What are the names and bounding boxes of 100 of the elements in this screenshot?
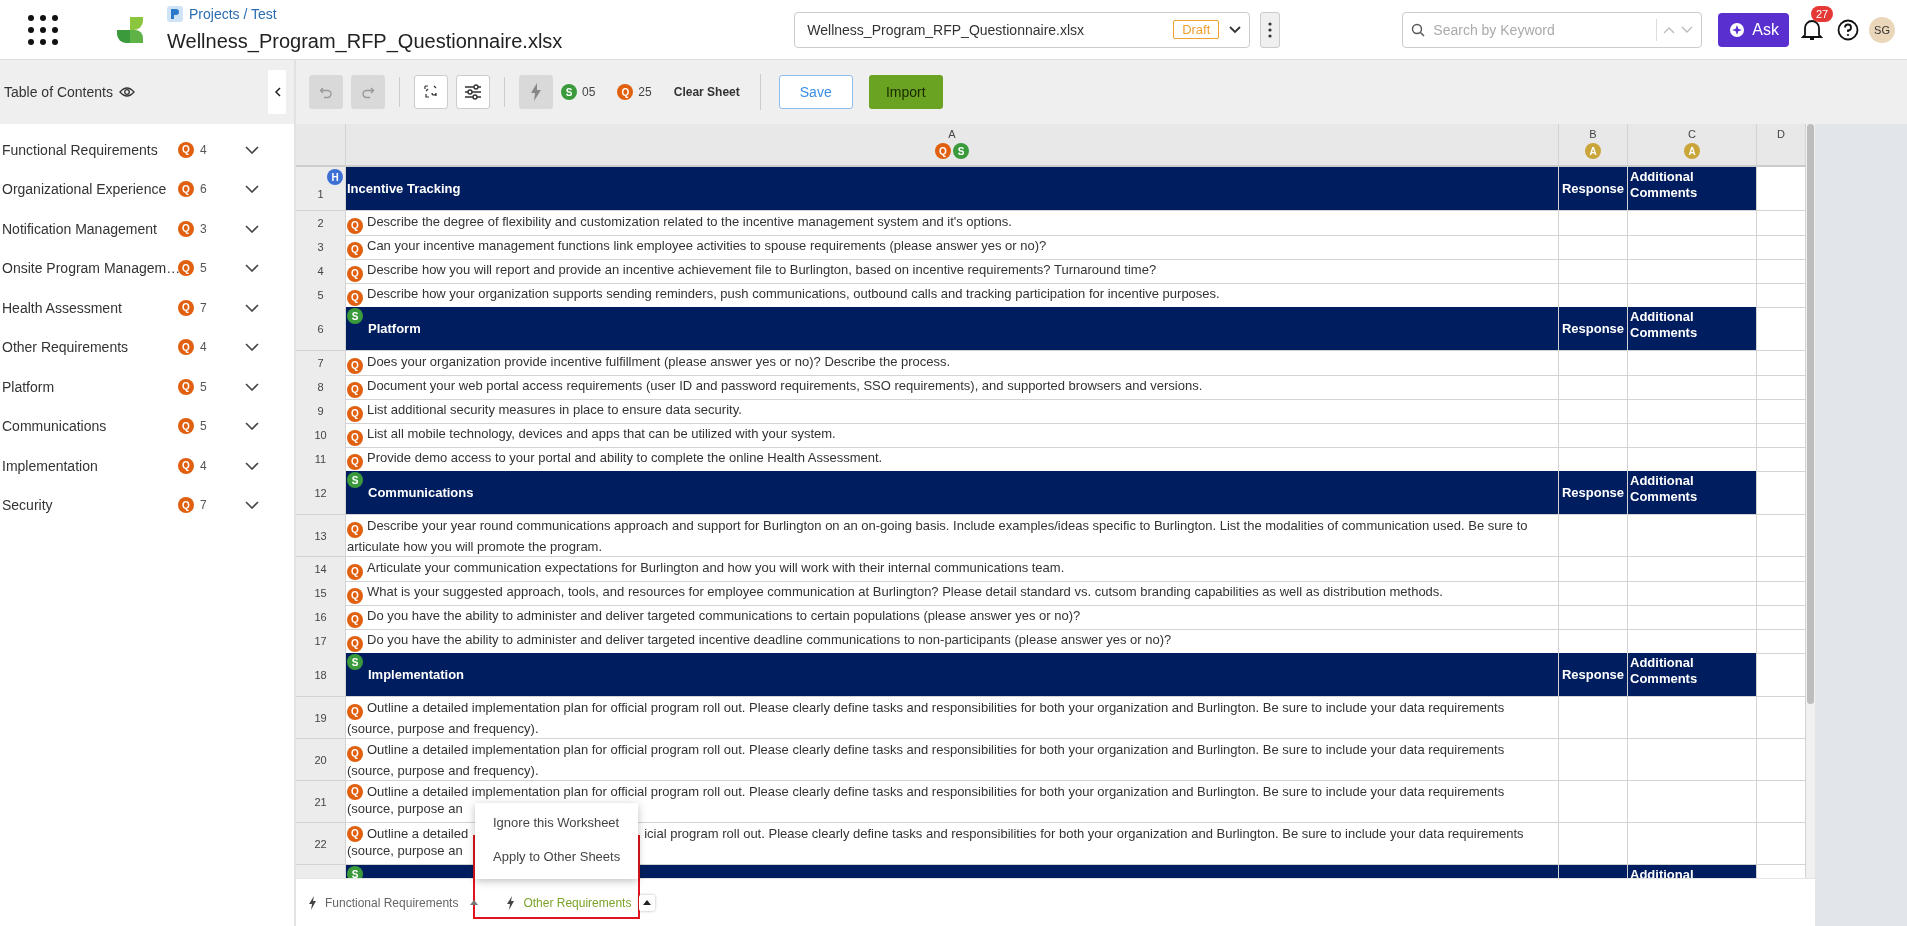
- toc-item[interactable]: Notification Management: [2, 220, 178, 237]
- toc-item[interactable]: Platform: [2, 378, 178, 395]
- redo-icon: [361, 85, 375, 99]
- tag-badge: Q: [178, 260, 194, 277]
- toc-item[interactable]: Health Assessment: [2, 299, 178, 316]
- question-cell: Q Do you have the ability to administer and deliver targeted communications to certain populations (please answer yes or no)?: [346, 605, 1559, 630]
- menu-item[interactable]: Ignore this Worksheet: [475, 805, 638, 839]
- row-number: 11: [314, 452, 327, 465]
- tag-badge: Q: [347, 563, 363, 580]
- question-text: Outline a detailed implementation plan for official program roll out. Please clearly define tasks and responsibilities for both your organization and Burlington. Be sure to include your data requirements: [367, 783, 1505, 800]
- table-cell: [1559, 375, 1628, 400]
- tag-badge: Q: [617, 84, 634, 100]
- column-header[interactable]: A: [948, 128, 956, 140]
- question-text: icial program roll out. Please clearly define tasks and responsibilities for both your organization and Burlington. Be sure to include your data requirements: [644, 825, 1524, 842]
- table-cell: [1559, 399, 1628, 424]
- toc-item[interactable]: Onsite Program Managem…: [2, 260, 178, 277]
- tag-badge: Q: [347, 611, 363, 628]
- column-header[interactable]: B: [1589, 128, 1597, 140]
- tag-badge: Q: [347, 289, 363, 306]
- table-cell: [1559, 739, 1628, 781]
- toc-item[interactable]: Functional Requirements: [2, 141, 178, 158]
- tag-badge: Q: [347, 703, 363, 720]
- apps-icon[interactable]: [26, 12, 60, 47]
- response-header: Response: [1561, 181, 1625, 196]
- row-number: 5: [317, 288, 324, 301]
- chevron-icon[interactable]: [245, 303, 259, 312]
- row-number: 20: [314, 753, 327, 766]
- question-cell: Q Document your web portal access requirements (user ID and password requirements, SSO requirements), and supported browsers and versions.: [346, 375, 1559, 400]
- lightning-icon: [506, 895, 516, 910]
- row-number: 22: [314, 837, 327, 850]
- row-number: 8: [317, 380, 324, 393]
- chevron-icon[interactable]: [245, 343, 259, 352]
- file-dropdown[interactable]: Wellness_Program_RFP_Questionnaire.xlsx Draft: [794, 11, 1251, 48]
- row-number: 2: [317, 216, 324, 229]
- help-icon[interactable]: [1837, 18, 1859, 41]
- toc-item[interactable]: Organizational Experience: [2, 181, 178, 198]
- toc-item[interactable]: Implementation: [2, 457, 178, 474]
- chevron-icon[interactable]: [245, 224, 259, 233]
- comments-header: Additional Comments: [1630, 169, 1698, 200]
- column-header[interactable]: D: [1777, 128, 1785, 140]
- question-cell: Q Can your incentive management functions link employee activities to spouse requirements (please answer yes or no)?: [346, 235, 1559, 260]
- question-count: 5: [200, 419, 208, 434]
- more-button[interactable]: [1260, 11, 1281, 48]
- tag-badge: Q: [347, 825, 363, 842]
- menu-item[interactable]: Apply to Other Sheets: [475, 839, 638, 873]
- scrollbar-thumb[interactable]: [1807, 124, 1814, 704]
- row-number: 7: [317, 356, 324, 369]
- row-number: 16: [314, 610, 327, 623]
- chevron-icon[interactable]: [245, 145, 259, 154]
- chevron-icon[interactable]: [245, 501, 259, 510]
- user-avatar[interactable]: SG: [1869, 16, 1895, 43]
- chevron-icon[interactable]: [245, 185, 259, 194]
- question-text: Outline a detailed: [367, 825, 469, 842]
- tag-badge: S: [347, 866, 363, 878]
- chevron-icon[interactable]: [245, 422, 259, 431]
- toc-item[interactable]: Other Requirements: [2, 339, 178, 356]
- chevron-icon[interactable]: [245, 382, 259, 391]
- tag-badge: Q: [347, 429, 363, 446]
- chevron-icon[interactable]: [245, 461, 259, 470]
- status-tag: Draft: [1173, 20, 1220, 39]
- corner-cell[interactable]: [296, 124, 346, 167]
- tag-badge: Q: [178, 181, 194, 198]
- chevron-icon[interactable]: [245, 264, 259, 273]
- question-cell: Q Does your organization provide incentive fulfillment (please answer yes or no)? Describe the process.: [346, 351, 1559, 376]
- tag-badge: Q: [178, 299, 194, 316]
- tag-badge: S: [561, 84, 577, 100]
- collapse-button[interactable]: [268, 70, 286, 114]
- sparkle-icon: [1728, 20, 1747, 39]
- transform-icon: [423, 84, 439, 100]
- translate-button[interactable]: [414, 75, 448, 109]
- chevron-left-icon: [273, 87, 281, 97]
- clear-sheet-button[interactable]: Clear Sheet: [673, 85, 740, 99]
- toc-item[interactable]: Communications: [2, 418, 178, 435]
- row-number: 15: [314, 586, 327, 599]
- ask-button[interactable]: Ask: [1718, 12, 1789, 47]
- question-cell: Q List additional security measures in place to ensure data security.: [346, 399, 1559, 424]
- caret-icon: [643, 900, 652, 905]
- count-label: 05: [582, 85, 596, 99]
- more-icon: [1268, 21, 1273, 38]
- question-cell: Q Articulate your communication expectations for Burlington and how you will work with their internal communications team.: [346, 557, 1559, 582]
- column-header[interactable]: C: [1688, 128, 1696, 140]
- row-number: 12: [314, 486, 327, 499]
- breadcrumb-link[interactable]: Projects / Test: [189, 6, 277, 22]
- tag-badge: Q: [178, 418, 194, 435]
- import-button[interactable]: Import: [868, 75, 943, 109]
- search-box[interactable]: Search by Keyword: [1402, 11, 1703, 48]
- lightning-icon: [308, 895, 317, 910]
- bell-icon[interactable]: [1801, 17, 1823, 42]
- response-header: Response: [1561, 667, 1625, 682]
- comments-header: Additional Comments: [1630, 655, 1698, 686]
- eye-icon[interactable]: [118, 86, 135, 98]
- question-cell: Q Describe how you will report and provide an incentive achievement file to Burlington, based on incentive requirements? Turnaround time?: [346, 259, 1559, 284]
- row-number: 21: [314, 795, 327, 808]
- sheet-tab[interactable]: Functional Requirements: [308, 890, 493, 915]
- tag-badge: S: [347, 472, 363, 488]
- toc-item[interactable]: Security: [2, 497, 178, 514]
- tag-badge: Q: [347, 453, 363, 470]
- row-number: 6: [317, 322, 324, 335]
- tag-badge: Q: [178, 141, 194, 158]
- filters-button[interactable]: [456, 75, 490, 109]
